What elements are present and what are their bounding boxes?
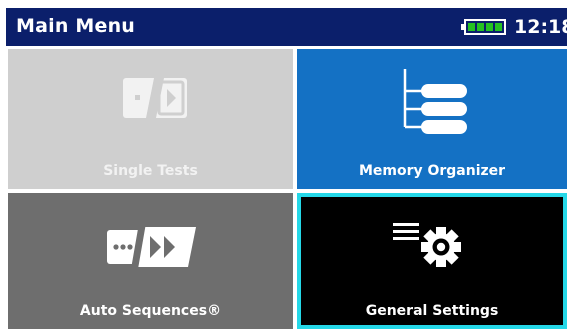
tile-label: Memory Organizer (358, 163, 506, 179)
battery-cell (477, 23, 484, 31)
auto-sequence-icon (106, 223, 198, 269)
memory-organizer-tile[interactable]: Memory Organizer (297, 49, 567, 189)
tile-label: Auto Sequences® (79, 303, 222, 319)
general-settings-tile[interactable]: General Settings (297, 193, 567, 329)
clock: 12:18 (514, 16, 567, 38)
main-menu-screen: Main Menu 12:18 Single Tests (0, 0, 567, 329)
battery-cell (468, 23, 475, 31)
single-test-icon (122, 76, 188, 120)
tree-database-icon (401, 69, 473, 135)
battery-cell (495, 23, 502, 31)
single-tests-tile[interactable]: Single Tests (8, 49, 293, 189)
tile-label: Single Tests (103, 163, 198, 179)
settings-gear-icon (393, 219, 479, 269)
page-title: Main Menu (16, 15, 136, 37)
title-bar: Main Menu 12:18 (6, 8, 567, 46)
battery-full-icon (461, 19, 506, 35)
battery-cell (486, 23, 493, 31)
auto-sequences-tile[interactable]: Auto Sequences® (8, 193, 293, 329)
tile-label: General Settings (365, 303, 499, 319)
